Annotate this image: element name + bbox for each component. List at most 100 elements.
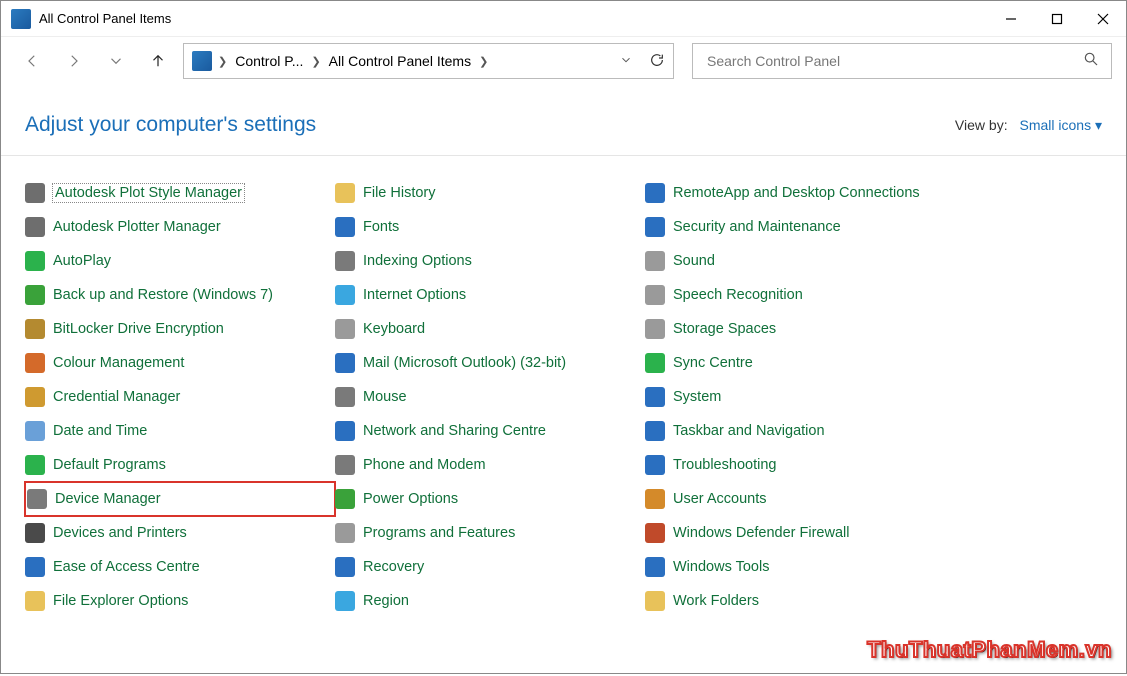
search-icon[interactable] — [1083, 51, 1099, 72]
control-panel-item[interactable]: Mail (Microsoft Outlook) (32-bit) — [335, 346, 645, 380]
item-icon — [25, 455, 45, 475]
control-panel-item[interactable]: System — [645, 380, 955, 414]
forward-button[interactable] — [57, 44, 91, 78]
refresh-button[interactable] — [649, 52, 665, 71]
control-panel-item[interactable]: Device Manager — [25, 482, 335, 516]
control-panel-item[interactable]: Security and Maintenance — [645, 210, 955, 244]
control-panel-item[interactable]: File Explorer Options — [25, 584, 335, 618]
view-by: View by: Small icons ▾ — [955, 117, 1102, 134]
item-label: Internet Options — [363, 287, 466, 303]
item-icon — [25, 591, 45, 611]
breadcrumb-all-items[interactable]: All Control Panel Items — [327, 53, 473, 69]
item-label: Device Manager — [55, 491, 161, 507]
control-panel-item[interactable]: Storage Spaces — [645, 312, 955, 346]
control-panel-item[interactable]: BitLocker Drive Encryption — [25, 312, 335, 346]
chevron-right-icon[interactable]: ❯ — [309, 55, 322, 68]
control-panel-item[interactable]: Sound — [645, 244, 955, 278]
chevron-right-icon[interactable]: ❯ — [216, 55, 229, 68]
control-panel-item[interactable]: Network and Sharing Centre — [335, 414, 645, 448]
control-panel-item[interactable]: Sync Centre — [645, 346, 955, 380]
control-panel-item[interactable]: Default Programs — [25, 448, 335, 482]
page-header: Adjust your computer's settings View by:… — [1, 85, 1126, 156]
control-panel-item[interactable]: Back up and Restore (Windows 7) — [25, 278, 335, 312]
control-panel-item[interactable]: Programs and Features — [335, 516, 645, 550]
item-icon — [335, 353, 355, 373]
navigation-toolbar: ❯ Control P... ❯ All Control Panel Items… — [1, 37, 1126, 85]
item-icon — [335, 251, 355, 271]
control-panel-item[interactable]: Work Folders — [645, 584, 955, 618]
watermark: ThuThuatPhanMem.vn — [867, 637, 1112, 663]
item-icon — [25, 387, 45, 407]
item-label: Ease of Access Centre — [53, 559, 200, 575]
control-panel-item[interactable]: Mouse — [335, 380, 645, 414]
search-box[interactable] — [692, 43, 1112, 79]
search-input[interactable] — [705, 52, 1083, 70]
item-icon — [335, 183, 355, 203]
item-label: Taskbar and Navigation — [673, 423, 825, 439]
control-panel-item[interactable]: Taskbar and Navigation — [645, 414, 955, 448]
item-label: Power Options — [363, 491, 458, 507]
control-panel-item[interactable]: Date and Time — [25, 414, 335, 448]
item-icon — [335, 489, 355, 509]
chevron-right-icon[interactable]: ❯ — [477, 55, 490, 68]
control-panel-item[interactable]: Recovery — [335, 550, 645, 584]
control-panel-item[interactable]: Keyboard — [335, 312, 645, 346]
breadcrumb-control-panel[interactable]: Control P... — [233, 53, 305, 69]
control-panel-item[interactable]: Speech Recognition — [645, 278, 955, 312]
item-label: BitLocker Drive Encryption — [53, 321, 224, 337]
item-icon — [25, 217, 45, 237]
item-icon — [645, 455, 665, 475]
minimize-button[interactable] — [988, 1, 1034, 37]
item-icon — [645, 217, 665, 237]
window-controls — [988, 1, 1126, 37]
address-dropdown-icon[interactable] — [619, 53, 633, 70]
recent-dropdown[interactable] — [99, 44, 133, 78]
item-label: Date and Time — [53, 423, 147, 439]
item-icon — [25, 285, 45, 305]
maximize-button[interactable] — [1034, 1, 1080, 37]
item-label: File History — [363, 185, 436, 201]
view-by-label: View by: — [955, 117, 1008, 133]
item-label: Back up and Restore (Windows 7) — [53, 287, 273, 303]
view-by-dropdown[interactable]: Small icons ▾ — [1019, 117, 1102, 133]
item-icon — [335, 319, 355, 339]
control-panel-item[interactable]: Windows Defender Firewall — [645, 516, 955, 550]
item-icon — [645, 183, 665, 203]
control-panel-item[interactable]: File History — [335, 176, 645, 210]
control-panel-item[interactable]: Ease of Access Centre — [25, 550, 335, 584]
item-label: File Explorer Options — [53, 593, 188, 609]
item-label: Phone and Modem — [363, 457, 486, 473]
control-panel-item[interactable]: Indexing Options — [335, 244, 645, 278]
control-panel-item[interactable]: Region — [335, 584, 645, 618]
item-icon — [645, 353, 665, 373]
control-panel-item[interactable]: Internet Options — [335, 278, 645, 312]
control-panel-item[interactable]: Power Options — [335, 482, 645, 516]
item-label: Region — [363, 593, 409, 609]
control-panel-item[interactable]: RemoteApp and Desktop Connections — [645, 176, 955, 210]
control-panel-item[interactable]: Devices and Printers — [25, 516, 335, 550]
control-panel-item[interactable]: Phone and Modem — [335, 448, 645, 482]
back-button[interactable] — [15, 44, 49, 78]
control-panel-item[interactable]: Autodesk Plotter Manager — [25, 210, 335, 244]
item-icon — [645, 251, 665, 271]
control-panel-item[interactable]: Fonts — [335, 210, 645, 244]
item-label: Sound — [673, 253, 715, 269]
item-label: Troubleshooting — [673, 457, 776, 473]
control-panel-item[interactable]: AutoPlay — [25, 244, 335, 278]
item-icon — [335, 591, 355, 611]
item-icon — [335, 387, 355, 407]
item-label: Autodesk Plot Style Manager — [53, 184, 244, 202]
control-panel-item[interactable]: User Accounts — [645, 482, 955, 516]
item-icon — [645, 523, 665, 543]
close-button[interactable] — [1080, 1, 1126, 37]
control-panel-item[interactable]: Credential Manager — [25, 380, 335, 414]
control-panel-item[interactable]: Autodesk Plot Style Manager — [25, 176, 335, 210]
up-button[interactable] — [141, 44, 175, 78]
address-bar[interactable]: ❯ Control P... ❯ All Control Panel Items… — [183, 43, 674, 79]
control-panel-item[interactable]: Windows Tools — [645, 550, 955, 584]
control-panel-item[interactable]: Troubleshooting — [645, 448, 955, 482]
control-panel-item[interactable]: Colour Management — [25, 346, 335, 380]
item-label: Mouse — [363, 389, 407, 405]
item-icon — [645, 387, 665, 407]
item-icon — [645, 319, 665, 339]
